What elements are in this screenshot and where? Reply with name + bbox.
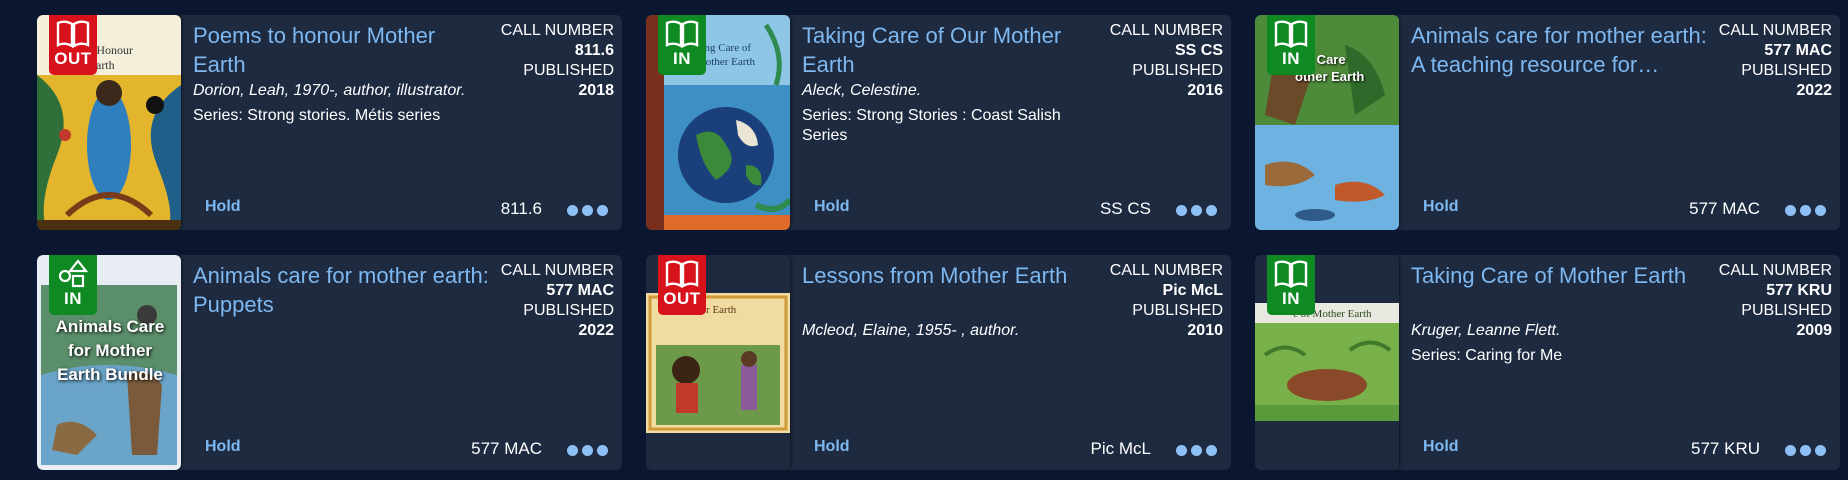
result-author: Mcleod, Elaine, 1955- , author. xyxy=(802,322,1020,339)
status-badge: OUT xyxy=(658,255,706,315)
published-value: 2022 xyxy=(1796,82,1832,99)
published-label: PUBLISHED xyxy=(1741,302,1832,319)
call-number-label: CALL NUMBER xyxy=(1718,262,1832,279)
result-author: Kruger, Leanne Flett. xyxy=(1411,322,1561,339)
call-number-value: 577 MAC xyxy=(546,282,614,299)
result-title-link[interactable]: Taking Care of Mother Earth xyxy=(1411,261,1711,290)
published-label: PUBLISHED xyxy=(523,62,614,79)
call-number-value: 811.6 xyxy=(574,42,614,59)
call-number-label: CALL NUMBER xyxy=(500,22,614,39)
call-number-footer: 811.6 xyxy=(500,199,542,218)
more-options-icon[interactable] xyxy=(567,445,608,456)
published-value: 2018 xyxy=(578,82,614,99)
hold-button[interactable]: Hold xyxy=(814,438,850,456)
result-meta: CALL NUMBER 811.6 PUBLISHED 2018 xyxy=(501,21,614,101)
book-cover[interactable]: king Care of Mother Earth IN xyxy=(646,15,790,230)
result-card: m Mother Earth OUT Lessons from Mother E… xyxy=(646,255,1231,470)
published-label: PUBLISHED xyxy=(1132,302,1223,319)
status-badge: OUT xyxy=(49,15,97,75)
more-options-icon[interactable] xyxy=(1176,445,1217,456)
published-value: 2010 xyxy=(1187,322,1223,339)
call-number-label: CALL NUMBER xyxy=(1718,22,1832,39)
result-card: king Care of Mother Earth IN Taking Care… xyxy=(646,15,1231,230)
results-grid: ms to Honour ther Earth OUT Poems to hon… xyxy=(37,15,1840,470)
status-badge: IN xyxy=(49,255,97,315)
status-label: OUT xyxy=(663,289,701,308)
status-label: IN xyxy=(673,49,691,68)
result-meta: CALL NUMBER Pic McL PUBLISHED 2010 xyxy=(1110,261,1223,341)
result-meta: CALL NUMBER 577 MAC PUBLISHED 2022 xyxy=(501,261,614,341)
cover-title-text: Animals Care for Mother Earth Bundle xyxy=(55,317,165,384)
cover-title-text: king Care of Mother Earth xyxy=(696,42,755,68)
call-number-footer: 577 KRU xyxy=(1691,439,1760,458)
call-number-label: CALL NUMBER xyxy=(1109,22,1223,39)
status-label: IN xyxy=(1282,289,1300,308)
call-number-label: CALL NUMBER xyxy=(500,262,614,279)
result-title-link[interactable]: Animals care for mother earth: Puppets xyxy=(193,261,493,319)
more-options-icon[interactable] xyxy=(1785,205,1826,216)
result-card: ms to Honour ther Earth OUT Poems to hon… xyxy=(37,15,622,230)
published-value: 2016 xyxy=(1187,82,1223,99)
published-value: 2022 xyxy=(578,322,614,339)
hold-button[interactable]: Hold xyxy=(1423,198,1459,216)
status-label: IN xyxy=(64,289,82,308)
call-number-value: 577 MAC xyxy=(1764,42,1832,59)
published-label: PUBLISHED xyxy=(1741,62,1832,79)
call-number-footer: 577 MAC xyxy=(1689,199,1760,218)
book-cover[interactable]: Animals Care for Mother Earth Bundle IN xyxy=(37,255,181,470)
result-meta: CALL NUMBER SS CS PUBLISHED 2016 xyxy=(1110,21,1223,101)
result-card: Animals Care for Mother Earth Bundle IN … xyxy=(37,255,622,470)
result-series: Series: Caring for Me xyxy=(1411,347,1563,364)
more-options-icon[interactable] xyxy=(1785,445,1826,456)
result-series: Series: Strong stories. Métis series xyxy=(193,107,441,124)
hold-button[interactable]: Hold xyxy=(1423,438,1459,456)
published-label: PUBLISHED xyxy=(1132,62,1223,79)
result-title-link[interactable]: Taking Care of Our Mother Earth xyxy=(802,21,1102,79)
status-label: OUT xyxy=(54,49,92,68)
result-series: Series: Strong Stories : Coast Salish Se… xyxy=(802,107,1061,144)
call-number-footer: Pic McL xyxy=(1090,439,1151,458)
book-icon xyxy=(1274,260,1308,289)
call-number-value: SS CS xyxy=(1174,42,1223,59)
status-label: IN xyxy=(1282,49,1300,68)
book-cover[interactable]: als Care other Earth IN xyxy=(1255,15,1399,230)
hold-button[interactable]: Hold xyxy=(814,198,850,216)
status-badge: IN xyxy=(658,15,706,75)
result-card: e of Mother Earth IN Taking Care of Moth… xyxy=(1255,255,1840,470)
more-options-icon[interactable] xyxy=(1176,205,1217,216)
call-number-footer: 577 MAC xyxy=(471,439,542,458)
book-cover[interactable]: m Mother Earth OUT xyxy=(646,255,790,470)
result-title-link[interactable]: Lessons from Mother Earth xyxy=(802,261,1102,290)
result-meta: CALL NUMBER 577 MAC PUBLISHED 2022 xyxy=(1719,21,1832,101)
result-title-link[interactable]: Animals care for mother earth: A teachin… xyxy=(1411,21,1711,79)
book-icon xyxy=(665,260,699,289)
book-cover[interactable]: ms to Honour ther Earth OUT xyxy=(37,15,181,230)
published-value: 2009 xyxy=(1796,322,1832,339)
result-author: Dorion, Leah, 1970-, author, illustrator… xyxy=(193,82,466,99)
published-label: PUBLISHED xyxy=(523,302,614,319)
result-meta: CALL NUMBER 577 KRU PUBLISHED 2009 xyxy=(1719,261,1832,341)
call-number-value: 577 KRU xyxy=(1766,282,1832,299)
result-author: Aleck, Celestine. xyxy=(802,82,922,99)
more-options-icon[interactable] xyxy=(567,205,608,216)
book-icon xyxy=(665,20,699,49)
hold-button[interactable]: Hold xyxy=(205,438,241,456)
shapes-icon xyxy=(58,259,89,288)
book-icon xyxy=(56,20,90,49)
call-number-value: Pic McL xyxy=(1162,282,1223,299)
result-card: als Care other Earth IN Animals care for… xyxy=(1255,15,1840,230)
result-title-link[interactable]: Poems to honour Mother Earth xyxy=(193,21,493,79)
book-cover[interactable]: e of Mother Earth IN xyxy=(1255,255,1399,470)
book-icon xyxy=(1274,20,1308,49)
status-badge: IN xyxy=(1267,15,1315,75)
call-number-footer: SS CS xyxy=(1099,199,1151,218)
status-badge: IN xyxy=(1267,255,1315,315)
call-number-label: CALL NUMBER xyxy=(1109,262,1223,279)
hold-button[interactable]: Hold xyxy=(205,198,241,216)
